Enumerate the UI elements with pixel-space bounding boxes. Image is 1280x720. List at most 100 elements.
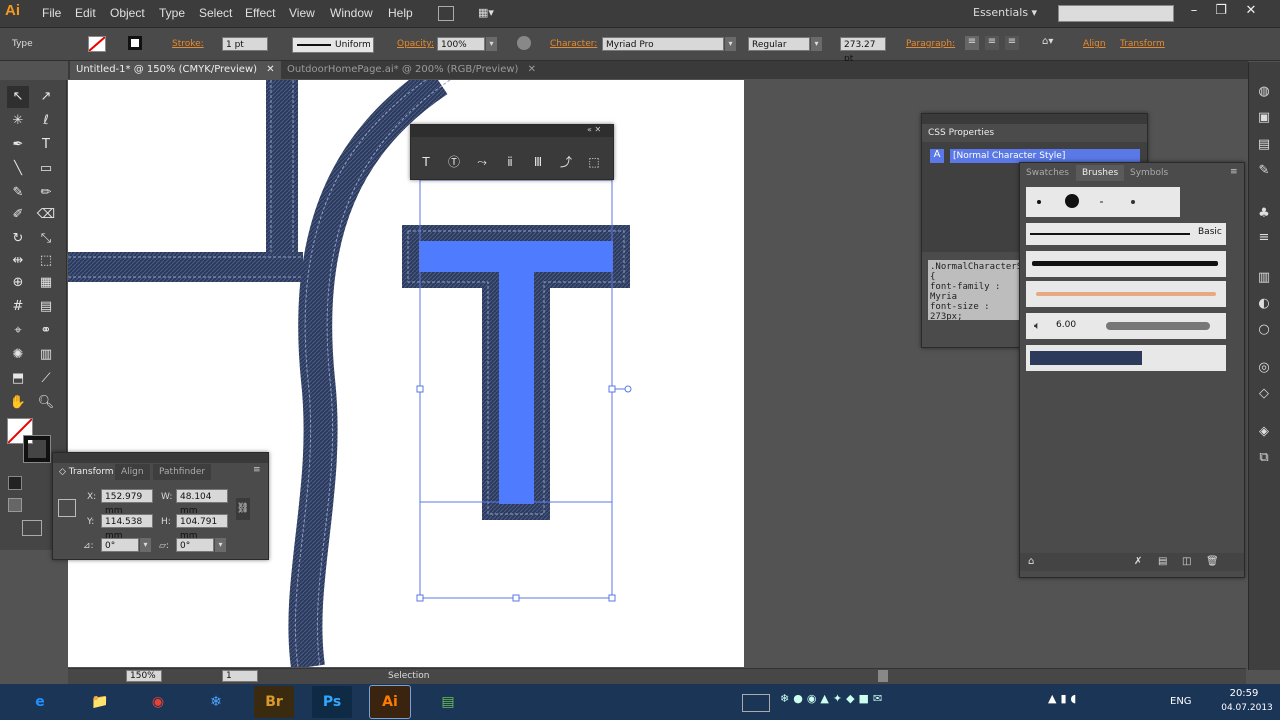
shear-dropdown-icon[interactable]: ▾	[215, 538, 226, 552]
transparency-dock-icon[interactable]: ◐	[1254, 296, 1274, 314]
envelope-warp-icon[interactable]: ⌂▾	[1042, 36, 1064, 50]
keyboard-icon[interactable]	[742, 694, 770, 712]
font-style-field[interactable]: Regular	[748, 37, 810, 51]
x-field[interactable]: 152.979 mm	[101, 489, 153, 516]
snowflake-app-icon[interactable]: ❄	[196, 686, 236, 718]
tab-untitled-1[interactable]: Untitled-1* @ 150% (CMYK/Preview) ✕	[70, 61, 281, 79]
tab-align[interactable]: Align	[115, 464, 150, 480]
opacity-dropdown-icon[interactable]: ▾	[486, 37, 497, 51]
fill-swatch[interactable]	[88, 36, 106, 52]
brush-dot-large[interactable]	[1065, 194, 1079, 208]
mesh-tool-icon[interactable]: #	[7, 296, 29, 318]
bristle-brush-row[interactable]: 🔈︎ 6.00	[1026, 313, 1226, 339]
lasso-tool-icon[interactable]: ℓ	[35, 110, 57, 132]
css-properties-dock-icon[interactable]: ◇	[1254, 386, 1274, 404]
opacity-label[interactable]: Opacity:	[397, 39, 434, 49]
shape-builder-tool-icon[interactable]: ⊕	[7, 272, 29, 294]
internet-explorer-icon[interactable]: e	[20, 686, 60, 718]
menu-object[interactable]: Object	[110, 6, 145, 20]
clock-date[interactable]: 04.07.2013	[1218, 703, 1276, 713]
stroke-profile-select[interactable]: Uniform	[292, 37, 374, 53]
symbol-sprayer-tool-icon[interactable]: ✺	[7, 344, 29, 366]
rotate-field[interactable]: 0°	[101, 538, 139, 552]
type-tool-icon[interactable]: T	[35, 134, 57, 156]
close-tab-icon[interactable]: ✕	[266, 64, 274, 75]
image-viewer-icon[interactable]: ▤	[428, 686, 468, 718]
symbols-dock-icon[interactable]: ♣	[1254, 206, 1274, 224]
recolor-icon[interactable]	[517, 36, 531, 50]
appearance-dock-icon[interactable]: ○	[1254, 322, 1274, 340]
vertical-area-type-icon[interactable]: Ⅲ	[529, 153, 547, 171]
y-field[interactable]: 114.538 mm	[101, 514, 153, 541]
stroke-swatch[interactable]	[128, 36, 142, 50]
blob-brush-tool-icon[interactable]: ✐	[7, 204, 29, 226]
eyedropper-tool-icon[interactable]: ⌖	[7, 320, 29, 342]
brush-dot-faint[interactable]	[1100, 201, 1103, 203]
vertical-type-icon[interactable]: ⅱ	[501, 153, 519, 171]
css-style-item[interactable]: [Normal Character Style]	[950, 149, 1140, 163]
perspective-grid-tool-icon[interactable]: ▦	[35, 272, 57, 294]
denim-vertical-strip[interactable]	[266, 80, 298, 270]
color-guide-icon[interactable]: ▣	[1254, 110, 1274, 128]
align-center-icon[interactable]: ≡	[985, 36, 999, 50]
stroke-weight-field[interactable]: 1 pt	[222, 37, 268, 51]
menu-type[interactable]: Type	[159, 6, 185, 20]
rotate-dropdown-icon[interactable]: ▾	[140, 538, 151, 552]
bridge-icon[interactable]	[438, 6, 454, 21]
font-family-field[interactable]: Myriad Pro	[602, 37, 724, 51]
brush-dot-medium[interactable]	[1131, 200, 1135, 204]
font-style-dropdown-icon[interactable]: ▾	[811, 37, 822, 51]
screen-mode-icon[interactable]	[22, 520, 42, 536]
clock-time[interactable]: 20:59	[1218, 688, 1270, 699]
color-mode-icon[interactable]	[8, 476, 22, 490]
photoshop-app-icon[interactable]: Ps	[312, 686, 352, 718]
type-on-path-icon[interactable]: ⤳	[473, 153, 491, 171]
menu-window[interactable]: Window	[330, 6, 373, 20]
tab-outdoorhomepage[interactable]: OutdoorHomePage.ai* @ 200% (RGB/Preview)…	[281, 61, 542, 79]
drawing-mode-icon[interactable]	[8, 498, 22, 512]
transform-link[interactable]: Transform	[1120, 39, 1165, 49]
paragraph-label[interactable]: Paragraph:	[906, 39, 955, 49]
brushes-dock-icon[interactable]: ✎	[1254, 163, 1274, 181]
collapse-toolbar-icon[interactable]: « ✕	[587, 125, 601, 134]
eraser-tool-icon[interactable]: ⌫	[35, 204, 57, 226]
gradient-tool-icon[interactable]: ▤	[35, 296, 57, 318]
menu-effect[interactable]: Effect	[245, 6, 275, 20]
rotate-tool-icon[interactable]: ↻	[7, 228, 29, 250]
help-search-input[interactable]	[1058, 5, 1174, 22]
artboard-number-field[interactable]: 1	[222, 670, 258, 682]
stroke-dock-icon[interactable]: ≡	[1254, 230, 1274, 248]
align-right-icon[interactable]: ≡	[1005, 36, 1019, 50]
reference-point-icon[interactable]	[58, 499, 76, 517]
vertical-path-type-icon[interactable]: ⤴	[557, 153, 575, 171]
panel-menu-icon[interactable]: ≡	[253, 465, 261, 475]
system-tray-icons[interactable]: ❄●◉▲✦◆■✉	[780, 692, 960, 710]
free-transform-tool-icon[interactable]: ⬚	[35, 250, 57, 272]
css-properties-title[interactable]: CSS Properties	[922, 125, 1001, 141]
width-tool-icon[interactable]: ⇹	[7, 250, 29, 272]
letter-t-artwork[interactable]	[402, 225, 630, 520]
pencil-tool-icon[interactable]: ✏	[35, 182, 57, 204]
stroke-color-swatch[interactable]	[23, 435, 51, 463]
tab-swatches[interactable]: Swatches	[1020, 165, 1075, 181]
stroke-label[interactable]: Stroke:	[172, 39, 204, 49]
chrome-icon[interactable]: ◉	[138, 686, 178, 718]
align-link[interactable]: Align	[1083, 39, 1106, 49]
scale-tool-icon[interactable]: ⤡	[35, 228, 57, 250]
brush-options-icon[interactable]: ▤	[1158, 556, 1167, 567]
brush-libraries-icon[interactable]: ⌂	[1028, 556, 1034, 567]
close-window-button[interactable]: ✕	[1240, 3, 1262, 21]
tab-brushes[interactable]: Brushes	[1076, 165, 1125, 181]
zoom-tool-icon[interactable]: 🔍︎	[35, 392, 57, 414]
workspace-switcher[interactable]: Essentials ▾	[973, 6, 1037, 19]
gradient-dock-icon[interactable]: ▥	[1254, 270, 1274, 288]
h-field[interactable]: 104.791 mm	[176, 514, 228, 541]
touch-type-icon[interactable]: ⬚	[585, 153, 603, 171]
paintbrush-tool-icon[interactable]: ✎	[7, 182, 29, 204]
selection-tool-icon[interactable]: ↖	[7, 86, 29, 108]
network-volume-icons[interactable]: ▲▮◖	[1048, 692, 1080, 705]
line-tool-icon[interactable]: ╲	[7, 158, 29, 180]
slice-tool-icon[interactable]: ⟋	[35, 368, 57, 390]
pen-tool-icon[interactable]: ✒	[7, 134, 29, 156]
charcoal-brush-row[interactable]	[1026, 251, 1226, 277]
